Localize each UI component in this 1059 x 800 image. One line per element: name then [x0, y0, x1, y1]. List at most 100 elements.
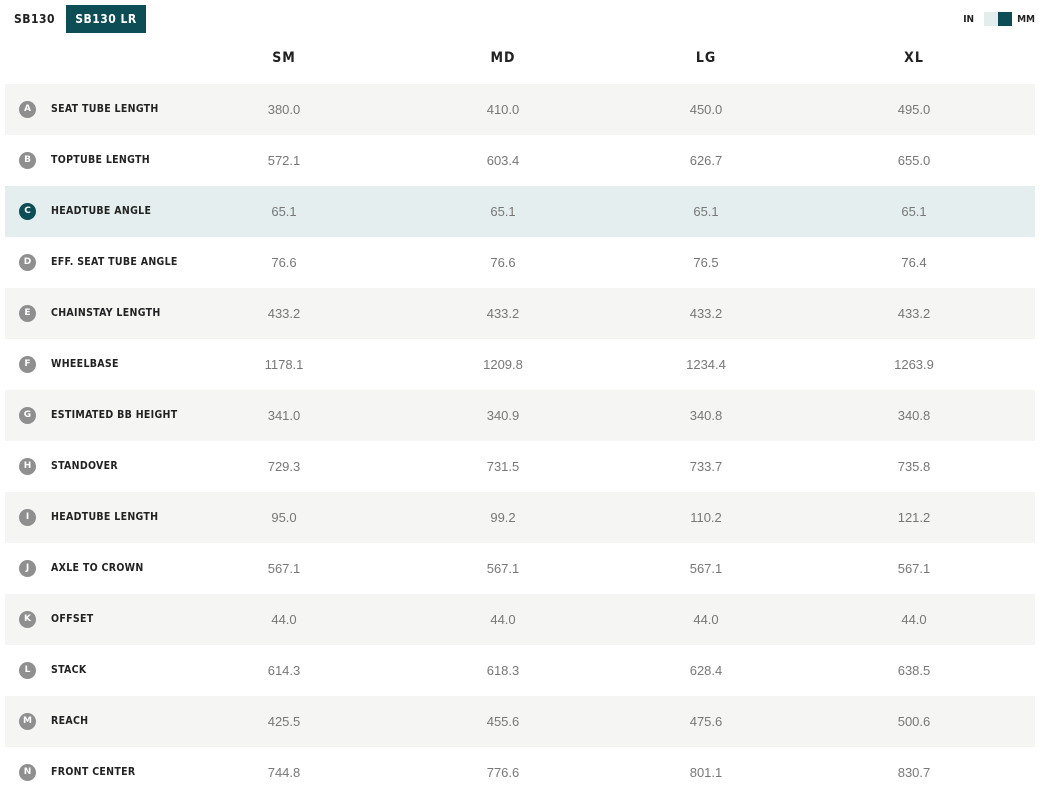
dimension-label: HEADTUBE LENGTH — [51, 511, 159, 523]
dimension-letter-badge: F — [19, 356, 36, 373]
dimension-label: ESTIMATED BB HEIGHT — [51, 409, 178, 421]
value-cell-lg: 65.1 — [693, 204, 719, 219]
value-cell-md: 603.4 — [486, 153, 520, 168]
value-cell-md: 567.1 — [486, 561, 520, 576]
dimension-letter-badge: H — [19, 458, 36, 475]
value-cell-sm: 65.1 — [271, 204, 297, 219]
value-cell-sm: 729.3 — [267, 459, 301, 474]
value-cell-md: 340.9 — [486, 408, 520, 423]
value-cell-xl: 638.5 — [897, 663, 931, 678]
value-cell-sm: 1178.1 — [264, 357, 304, 372]
table-row[interactable]: J AXLE TO CROWN 567.1 567.1 567.1 567.1 — [5, 543, 1035, 594]
value-cell-sm: 572.1 — [267, 153, 301, 168]
value-cell-sm: 567.1 — [267, 561, 301, 576]
value-cell-md: 99.2 — [490, 510, 516, 525]
dimension-letter-badge: M — [19, 713, 36, 730]
dimension-letter-badge: D — [19, 254, 36, 271]
value-cell-lg: 450.0 — [689, 102, 723, 117]
value-cell-sm: 76.6 — [271, 255, 297, 270]
dimension-letter-badge: B — [19, 152, 36, 169]
unit-toggle-on — [998, 12, 1013, 26]
table-row[interactable]: N FRONT CENTER 744.8 776.6 801.1 830.7 — [5, 747, 1035, 798]
value-cell-lg: 628.4 — [689, 663, 723, 678]
value-cell-xl: 44.0 — [901, 612, 927, 627]
dimension-letter-badge: E — [19, 305, 36, 322]
value-cell-sm: 95.0 — [271, 510, 297, 525]
dimension-letter-badge: N — [19, 764, 36, 781]
value-cell-lg: 433.2 — [689, 306, 723, 321]
dimension-label: REACH — [51, 715, 89, 727]
value-cell-md: 65.1 — [490, 204, 516, 219]
tab-sb130-lr[interactable]: SB130 LR — [66, 5, 146, 33]
value-cell-lg: 626.7 — [689, 153, 723, 168]
value-cell-xl: 500.6 — [897, 714, 931, 729]
value-cell-xl: 340.8 — [897, 408, 931, 423]
unit-toggle[interactable] — [984, 12, 1013, 26]
dimension-label: STACK — [51, 664, 87, 676]
value-cell-lg: 340.8 — [689, 408, 723, 423]
dimension-label: WHEELBASE — [51, 358, 119, 370]
value-cell-md: 410.0 — [486, 102, 520, 117]
dimension-label: HEADTUBE ANGLE — [51, 205, 152, 217]
table-row[interactable]: E CHAINSTAY LENGTH 433.2 433.2 433.2 433.2 — [5, 288, 1035, 339]
unit-toggle-off — [984, 12, 999, 26]
geometry-table: A SEAT TUBE LENGTH 380.0 410.0 450.0 495.0 B TO… — [5, 84, 1035, 798]
value-cell-xl: 830.7 — [897, 765, 931, 780]
value-cell-md: 1209.8 — [483, 357, 523, 372]
size-header-row: SM MD LG XL — [0, 40, 1059, 80]
dimension-label: TOPTUBE LENGTH — [51, 154, 150, 166]
table-row[interactable]: L STACK 614.3 618.3 628.4 638.5 — [5, 645, 1035, 696]
table-row[interactable]: M REACH 425.5 455.6 475.6 500.6 — [5, 696, 1035, 747]
col-head-sm: SM — [272, 50, 296, 66]
value-cell-xl: 121.2 — [897, 510, 931, 525]
value-cell-sm: 433.2 — [267, 306, 301, 321]
value-cell-xl: 433.2 — [897, 306, 931, 321]
dimension-letter-badge: I — [19, 509, 36, 526]
table-row[interactable]: F WHEELBASE 1178.1 1209.8 1234.4 1263.9 — [5, 339, 1035, 390]
value-cell-md: 618.3 — [486, 663, 520, 678]
value-cell-md: 44.0 — [490, 612, 516, 627]
value-cell-md: 731.5 — [486, 459, 520, 474]
value-cell-xl: 1263.9 — [894, 357, 934, 372]
value-cell-lg: 44.0 — [693, 612, 719, 627]
table-row[interactable]: A SEAT TUBE LENGTH 380.0 410.0 450.0 495.0 — [5, 84, 1035, 135]
value-cell-xl: 655.0 — [897, 153, 931, 168]
col-head-md: MD — [490, 50, 516, 66]
value-cell-sm: 380.0 — [267, 102, 301, 117]
value-cell-md: 455.6 — [486, 714, 520, 729]
tab-sb130[interactable]: SB130 — [10, 5, 62, 33]
dimension-letter-badge: C — [19, 203, 36, 220]
table-row[interactable]: H STANDOVER 729.3 731.5 733.7 735.8 — [5, 441, 1035, 492]
dimension-letter-badge: L — [19, 662, 36, 679]
value-cell-sm: 341.0 — [267, 408, 301, 423]
dimension-label: AXLE TO CROWN — [51, 562, 144, 574]
dimension-letter-badge: K — [19, 611, 36, 628]
unit-mm-label[interactable]: MM — [1017, 14, 1035, 25]
value-cell-sm: 425.5 — [267, 714, 301, 729]
table-row[interactable]: I HEADTUBE LENGTH 95.0 99.2 110.2 121.2 — [5, 492, 1035, 543]
value-cell-md: 433.2 — [486, 306, 520, 321]
table-row[interactable]: K OFFSET 44.0 44.0 44.0 44.0 — [5, 594, 1035, 645]
unit-in-label[interactable]: IN — [963, 14, 974, 25]
value-cell-md: 776.6 — [486, 765, 520, 780]
model-tabs-bar: SB130 SB130 LR IN MM — [0, 0, 1059, 40]
table-row[interactable]: B TOPTUBE LENGTH 572.1 603.4 626.7 655.0 — [5, 135, 1035, 186]
value-cell-md: 76.6 — [490, 255, 516, 270]
dimension-letter-badge: G — [19, 407, 36, 424]
value-cell-xl: 495.0 — [897, 102, 931, 117]
value-cell-lg: 76.5 — [693, 255, 719, 270]
value-cell-lg: 801.1 — [689, 765, 723, 780]
value-cell-lg: 475.6 — [689, 714, 723, 729]
table-row[interactable]: D EFF. SEAT TUBE ANGLE 76.6 76.6 76.5 76.4 — [5, 237, 1035, 288]
value-cell-xl: 735.8 — [897, 459, 931, 474]
table-row[interactable]: C HEADTUBE ANGLE 65.1 65.1 65.1 65.1 — [5, 186, 1035, 237]
table-row[interactable]: G ESTIMATED BB HEIGHT 341.0 340.9 340.8 340.8 — [5, 390, 1035, 441]
value-cell-lg: 567.1 — [689, 561, 723, 576]
unit-switch: IN MM — [963, 12, 1035, 26]
dimension-label: CHAINSTAY LENGTH — [51, 307, 161, 319]
value-cell-xl: 65.1 — [901, 204, 927, 219]
value-cell-lg: 1234.4 — [686, 357, 726, 372]
value-cell-xl: 567.1 — [897, 561, 931, 576]
col-head-xl: XL — [904, 50, 924, 66]
value-cell-xl: 76.4 — [901, 255, 927, 270]
